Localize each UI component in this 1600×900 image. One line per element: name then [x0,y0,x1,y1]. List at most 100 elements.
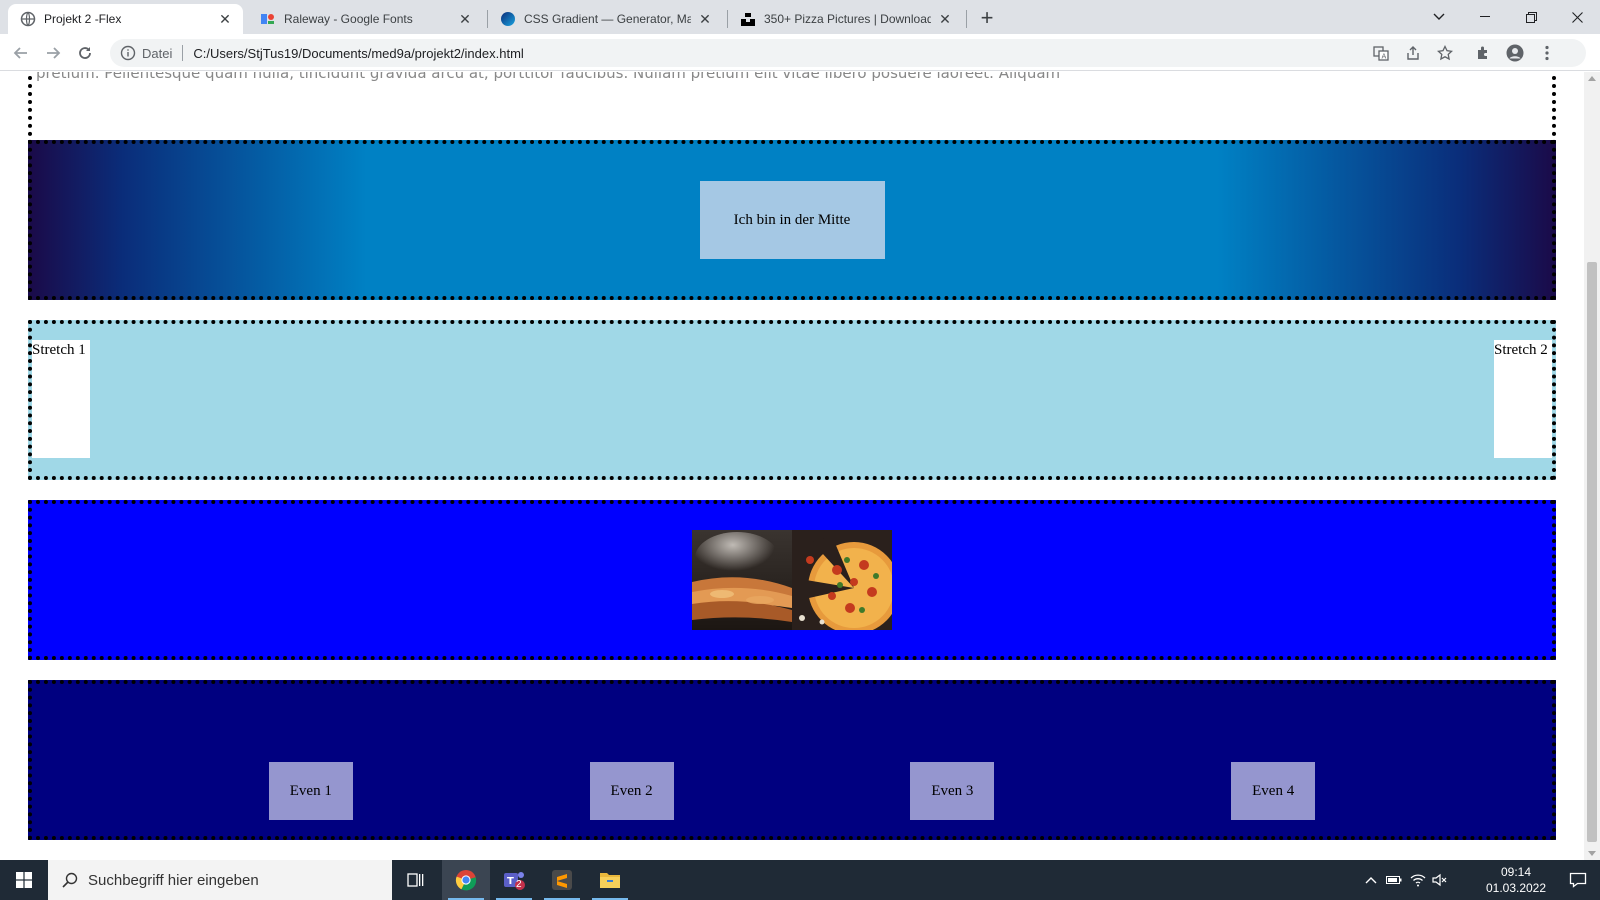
volume-muted-icon [1432,873,1447,887]
file-scheme-label: Datei [142,45,173,61]
arrow-right-icon [47,47,61,59]
minimize-icon [1480,16,1490,17]
folder-icon [600,873,620,888]
stretch-box-2: Stretch 2 [1494,340,1552,458]
browser-toolbar: Datei C:/Users/StjTus19/Documents/med9a/… [0,34,1600,71]
unsplash-icon [740,11,756,27]
search-icon [62,872,78,888]
info-icon[interactable] [120,45,136,61]
even-box-1: Even 1 [268,762,353,820]
even-box-2: Even 2 [589,762,674,820]
task-view-button[interactable] [392,860,440,900]
notification-icon [1569,872,1587,888]
restore-icon [1525,11,1537,23]
translate-icon: A [1373,46,1389,61]
even-box-3: Even 3 [910,762,995,820]
taskbar-search[interactable]: Suchbegriff hier eingeben [48,860,392,900]
globe-icon [20,11,36,27]
sublime-text-icon [552,870,572,890]
taskbar-file-explorer[interactable] [586,860,634,900]
back-button[interactable] [8,40,34,66]
taskbar-chrome[interactable] [442,860,490,900]
volume-button[interactable] [1430,860,1450,900]
center-box: Ich bin in der Mitte [699,181,885,259]
close-icon [1571,11,1583,23]
tab-title: Projekt 2 -Flex [44,12,122,26]
extensions-button[interactable] [1472,42,1494,64]
teams-icon: T [504,872,525,890]
pizza-image-group [692,530,892,630]
profile-button[interactable] [1504,42,1526,64]
task-view-icon [407,873,424,887]
close-icon[interactable]: ✕ [217,11,233,27]
avatar-icon [1506,44,1524,62]
bookmark-button[interactable] [1434,42,1456,64]
tab-css-gradient[interactable]: CSS Gradient — Generator, Make ✕ [488,4,723,34]
arrow-left-icon [13,47,27,59]
lorem-text: pretium. Pellentesque quam nulla, tincid… [36,72,1061,82]
search-placeholder: Suchbegriff hier eingeben [88,871,259,889]
pizza-image-1 [692,530,792,630]
tab-separator [966,10,967,28]
svg-text:T: T [507,876,514,887]
tab-title: CSS Gradient — Generator, Make [524,12,691,26]
teams-badge: 2 [516,879,522,890]
notification-center-button[interactable] [1556,860,1600,900]
puzzle-icon [1478,46,1487,59]
more-vertical-icon [1545,45,1549,61]
clock-date: 01.03.2022 [1485,881,1547,895]
share-button[interactable] [1402,42,1424,64]
page-scrollbar[interactable] [1584,72,1600,860]
battery-button[interactable] [1384,860,1404,900]
tab-title: 350+ Pizza Pictures | Download F [764,12,931,26]
minimize-button[interactable] [1462,0,1508,34]
even-box-4: Even 4 [1231,762,1316,820]
tab-projekt-2[interactable]: Projekt 2 -Flex ✕ [8,4,243,34]
tab-search-button[interactable] [1416,0,1462,34]
share-icon [1407,46,1419,60]
close-icon[interactable]: ✕ [937,11,953,27]
start-button[interactable] [0,860,48,900]
close-window-button[interactable] [1554,0,1600,34]
gradient-center-section: Ich bin in der Mitte [28,140,1556,300]
menu-button[interactable] [1536,42,1558,64]
translate-button[interactable]: A [1370,42,1392,64]
clock-time: 09:14 [1500,865,1532,879]
tab-title: Raleway - Google Fonts [284,12,413,26]
scroll-down-arrow-icon[interactable] [1588,851,1596,856]
reload-icon [79,47,91,59]
taskbar-sublime[interactable] [538,860,586,900]
taskbar-teams[interactable]: T 2 [490,860,538,900]
divider [182,45,184,61]
chevron-down-icon [1433,13,1445,20]
chrome-icon [455,870,477,891]
pizza-section [28,500,1556,660]
windows-taskbar: Suchbegriff hier eingeben T 2 09:14 01.0… [0,860,1600,900]
address-bar[interactable]: Datei C:/Users/StjTus19/Documents/med9a/… [110,39,1586,67]
pizza-image-2 [792,530,892,630]
chevron-up-icon [1365,877,1377,884]
restore-button[interactable] [1508,0,1554,34]
page-viewport: pretium. Pellentesque quam nulla, tincid… [0,72,1584,860]
svg-text:A: A [1382,53,1387,61]
tab-pizza-pictures[interactable]: 350+ Pizza Pictures | Download F ✕ [728,4,963,34]
forward-button[interactable] [40,40,66,66]
new-tab-button[interactable]: + [975,7,999,31]
tray-overflow-button[interactable] [1362,860,1380,900]
battery-icon [1386,876,1402,884]
wifi-icon [1410,874,1426,887]
css-gradient-icon [500,11,516,27]
taskbar-clock[interactable]: 09:14 01.03.2022 [1484,864,1548,896]
close-icon[interactable]: ✕ [457,11,473,27]
browser-tabstrip: Projekt 2 -Flex ✕ Raleway - Google Fonts… [0,0,1600,34]
stretch-box-1: Stretch 1 [32,340,90,458]
reload-button[interactable] [72,40,98,66]
star-icon [1437,45,1453,61]
network-button[interactable] [1408,860,1428,900]
close-icon[interactable]: ✕ [697,11,713,27]
tab-raleway[interactable]: Raleway - Google Fonts ✕ [248,4,483,34]
scroll-up-arrow-icon[interactable] [1588,76,1596,81]
scrollbar-thumb[interactable] [1587,262,1597,842]
url-text[interactable]: C:/Users/StjTus19/Documents/med9a/projek… [193,46,523,61]
stretch-section: Stretch 1 Stretch 2 [28,320,1556,480]
